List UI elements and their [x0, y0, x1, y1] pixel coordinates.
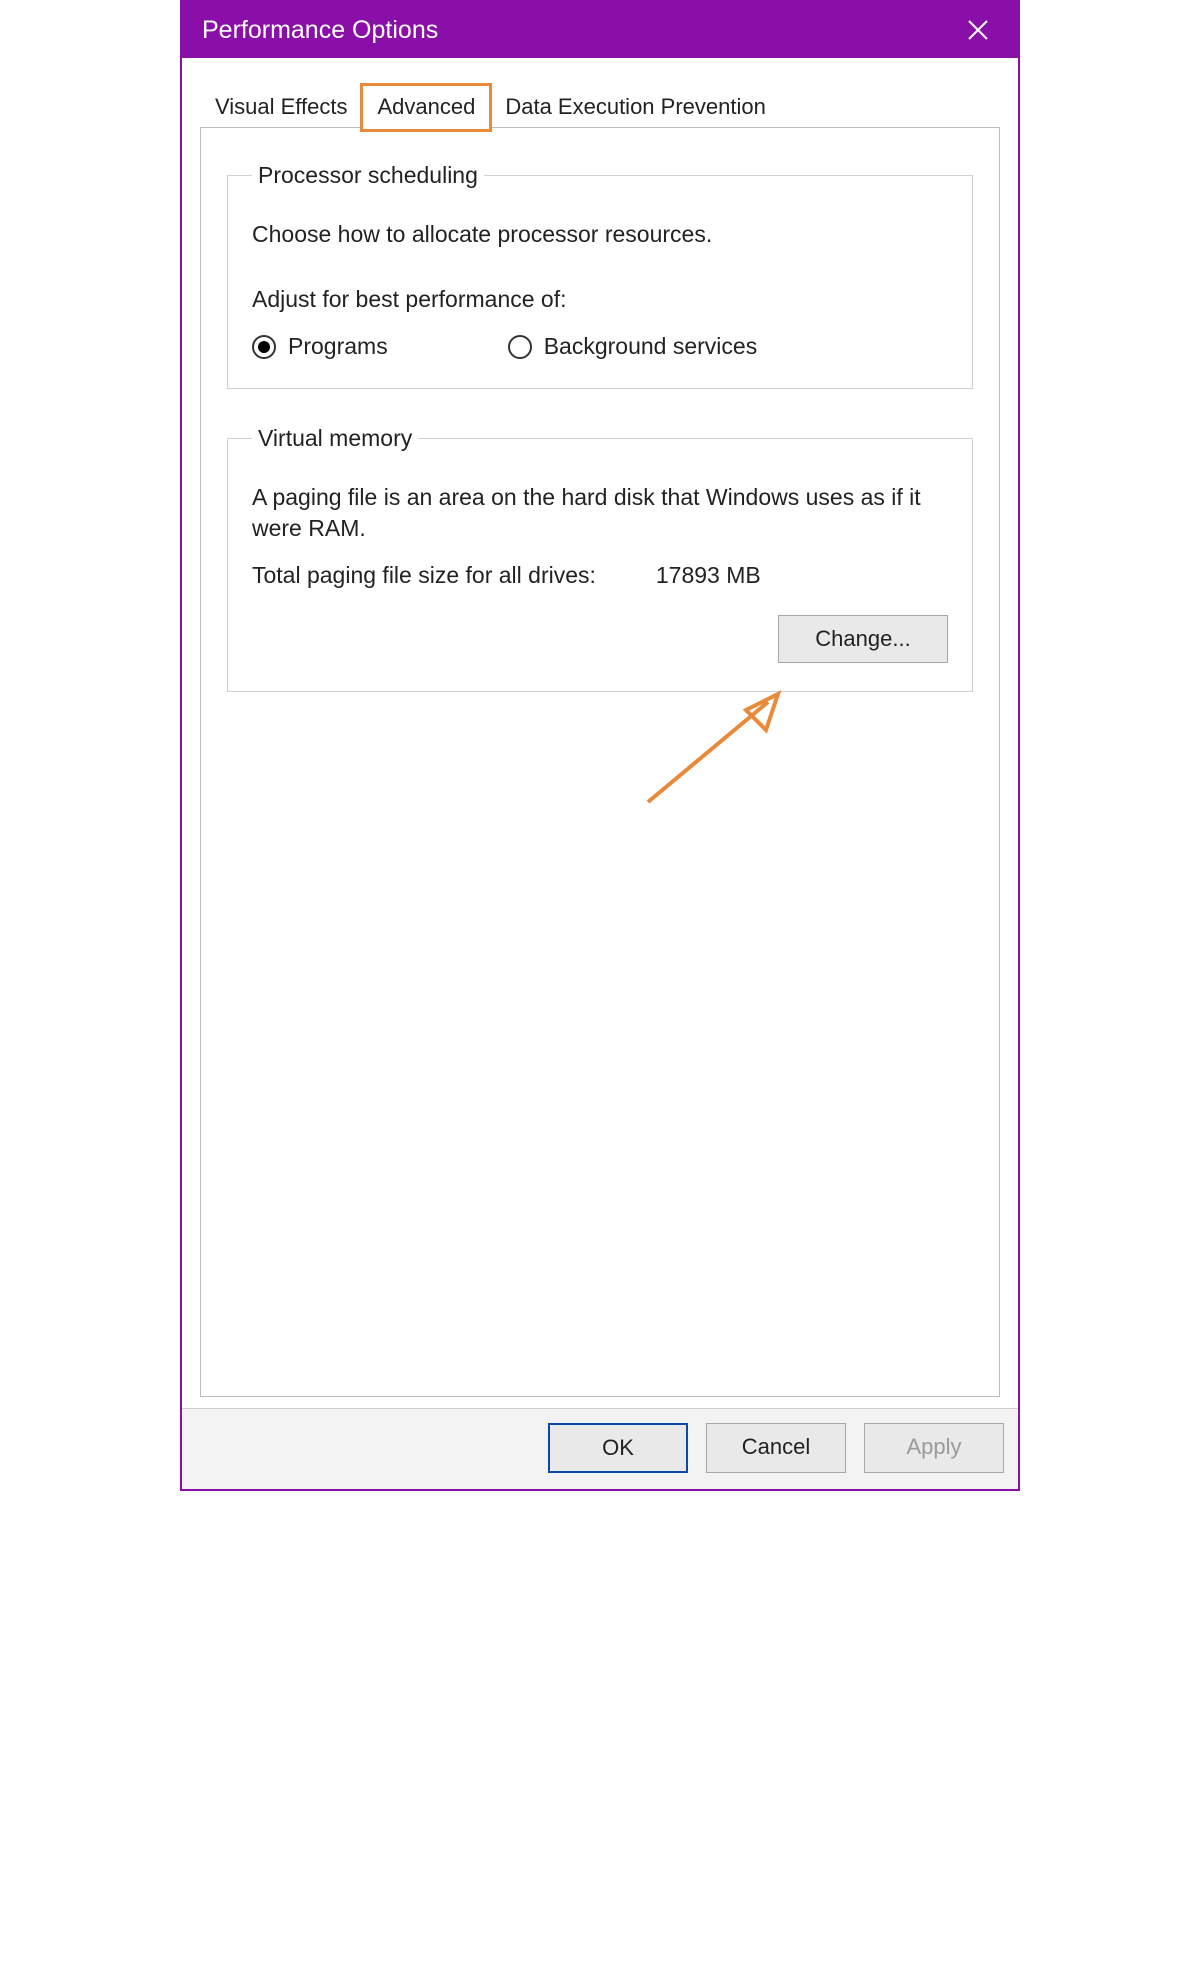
group-legend: Processor scheduling: [252, 162, 484, 189]
total-paging-label: Total paging file size for all drives:: [252, 562, 596, 589]
client-area: Visual Effects Advanced Data Execution P…: [182, 58, 1018, 1408]
processor-scheduling-description: Choose how to allocate processor resourc…: [252, 219, 948, 250]
tab-label: Data Execution Prevention: [505, 94, 766, 119]
close-icon: [967, 19, 989, 41]
group-processor-scheduling: Processor scheduling Choose how to alloc…: [227, 162, 973, 389]
tab-label: Advanced: [377, 94, 475, 119]
ok-button[interactable]: OK: [548, 1423, 688, 1473]
tab-label: Visual Effects: [215, 94, 347, 119]
dialog-footer: OK Cancel Apply: [182, 1408, 1018, 1489]
total-paging-row: Total paging file size for all drives: 1…: [252, 562, 948, 589]
performance-options-window: Performance Options Visual Effects Advan…: [180, 0, 1020, 1491]
group-legend: Virtual memory: [252, 425, 418, 452]
tab-advanced[interactable]: Advanced: [362, 85, 490, 128]
titlebar: Performance Options: [182, 2, 1018, 58]
radio-background-services[interactable]: Background services: [508, 333, 758, 360]
adjust-for-label: Adjust for best performance of:: [252, 286, 948, 313]
group-virtual-memory: Virtual memory A paging file is an area …: [227, 425, 973, 692]
change-button[interactable]: Change...: [778, 615, 948, 663]
total-paging-value: 17893 MB: [656, 562, 761, 589]
tab-visual-effects[interactable]: Visual Effects: [200, 85, 362, 128]
radio-programs[interactable]: Programs: [252, 333, 388, 360]
radio-icon: [252, 335, 276, 359]
window-title: Performance Options: [198, 16, 438, 45]
tab-strip: Visual Effects Advanced Data Execution P…: [200, 84, 1006, 127]
radio-label: Background services: [544, 333, 758, 360]
annotation-arrow-icon: [628, 682, 798, 812]
apply-button[interactable]: Apply: [864, 1423, 1004, 1473]
radio-icon: [508, 335, 532, 359]
virtual-memory-description: A paging file is an area on the hard dis…: [252, 482, 948, 544]
close-button[interactable]: [954, 19, 1002, 41]
tab-data-execution-prevention[interactable]: Data Execution Prevention: [490, 85, 781, 128]
cancel-button[interactable]: Cancel: [706, 1423, 846, 1473]
tab-pane-advanced: Processor scheduling Choose how to alloc…: [200, 127, 1000, 1397]
radio-group-performance: Programs Background services: [252, 333, 948, 360]
radio-label: Programs: [288, 333, 388, 360]
